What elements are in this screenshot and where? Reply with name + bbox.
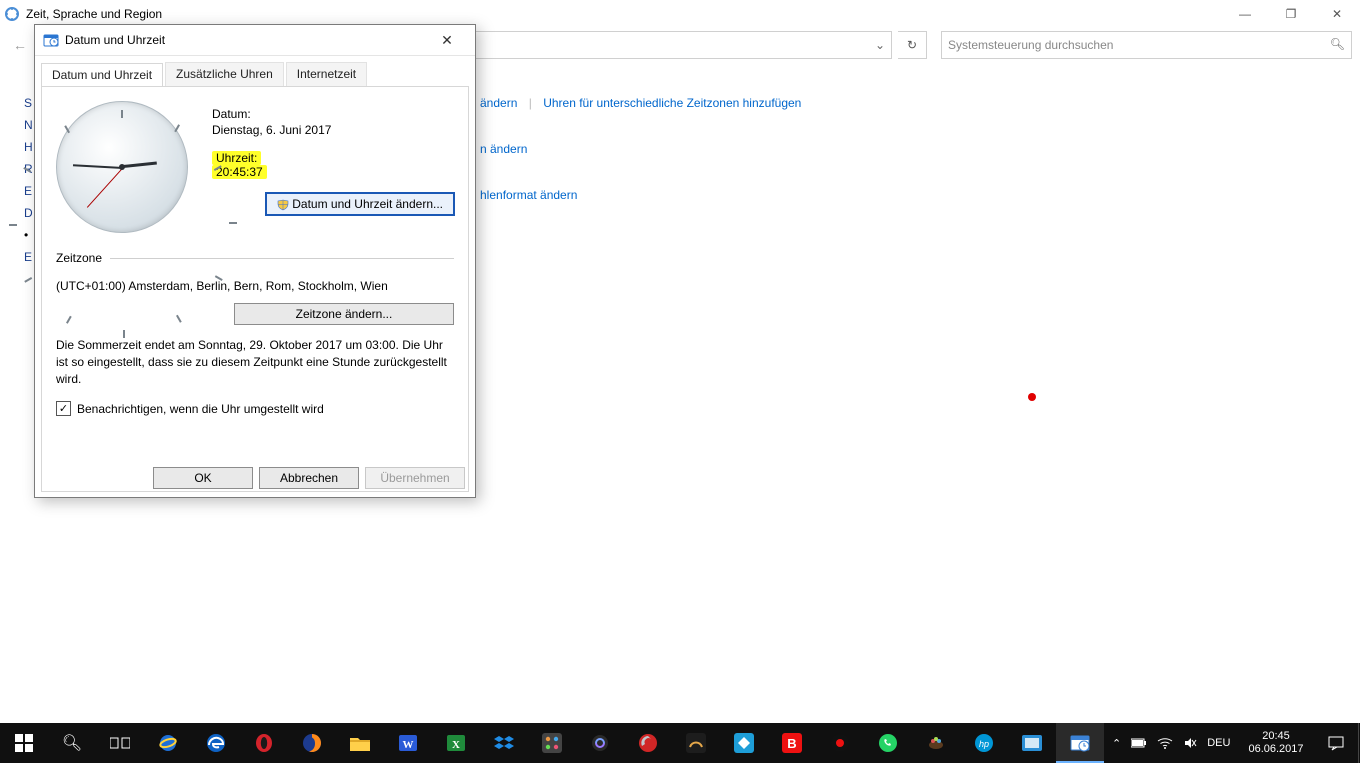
taskbar-app-generic-1[interactable] (528, 723, 576, 763)
taskbar-app-dropbox[interactable] (480, 723, 528, 763)
dialog-tabs: Datum und Uhrzeit Zusätzliche Uhren Inte… (35, 56, 475, 86)
taskbar-time: 20:45 (1248, 730, 1303, 743)
bg-link-partial-3[interactable]: hlenformat ändern (480, 188, 577, 202)
search-icon: 🔍︎ (1330, 37, 1345, 51)
clock-pin (119, 164, 125, 170)
control-panel-icon (4, 6, 20, 22)
search-box[interactable]: Systemsteuerung durchsuchen 🔍︎ (941, 31, 1352, 59)
tray-volume-icon[interactable] (1183, 736, 1197, 750)
hour-hand (123, 161, 157, 168)
taskbar-app-generic-7[interactable] (1008, 723, 1056, 763)
separator: | (529, 96, 532, 110)
taskbar: 🔍︎ W X B hp ⌃ DEU 20:45 (0, 723, 1360, 763)
tray-wifi-icon[interactable] (1157, 737, 1173, 749)
svg-text:X: X (452, 739, 460, 751)
taskbar-app-generic-6[interactable] (912, 723, 960, 763)
tab-internet-time[interactable]: Internetzeit (286, 62, 367, 86)
tray-chevron-icon[interactable]: ⌃ (1112, 737, 1121, 750)
tray-language[interactable]: DEU (1207, 737, 1230, 749)
change-timezone-button[interactable]: Zeitzone ändern... (234, 303, 454, 325)
back-button[interactable]: ← (8, 33, 32, 57)
taskbar-app-generic-3[interactable] (672, 723, 720, 763)
start-button[interactable] (0, 723, 48, 763)
minimize-button[interactable]: — (1222, 0, 1268, 28)
tab-panel-date-time: Datum: Dienstag, 6. Juni 2017 Uhrzeit: 2… (41, 86, 469, 492)
tab-date-time[interactable]: Datum und Uhrzeit (41, 63, 163, 87)
action-center-button[interactable] (1314, 723, 1358, 763)
taskbar-app-ccleaner[interactable] (624, 723, 672, 763)
bg-link-add-clocks[interactable]: Uhren für unterschiedliche Zeitzonen hin… (543, 96, 801, 110)
cancel-button[interactable]: Abbrechen (259, 467, 359, 489)
date-value: Dienstag, 6. Juni 2017 (212, 123, 454, 137)
svg-text:B: B (787, 736, 796, 751)
taskbar-app-explorer[interactable] (336, 723, 384, 763)
red-marker-dot (1028, 393, 1036, 401)
time-label: Uhrzeit: (212, 151, 261, 165)
date-label: Datum: (212, 107, 454, 121)
change-date-time-button[interactable]: Datum und Uhrzeit ändern... (266, 193, 454, 215)
taskbar-app-bitdefender[interactable]: B (768, 723, 816, 763)
second-hand (87, 167, 124, 208)
date-time-dialog: Datum und Uhrzeit ✕ Datum und Uhrzeit Zu… (34, 24, 476, 498)
notify-checkbox-row[interactable]: ✓ Benachrichtigen, wenn die Uhr umgestel… (56, 401, 454, 416)
taskbar-date: 06.06.2017 (1248, 743, 1303, 756)
taskbar-app-firefox[interactable] (288, 723, 336, 763)
minute-hand (73, 164, 123, 169)
change-date-time-label: Datum und Uhrzeit ändern... (292, 197, 443, 211)
dialog-titlebar[interactable]: Datum und Uhrzeit ✕ (35, 25, 475, 56)
notify-checkbox[interactable]: ✓ (56, 401, 71, 416)
tray-power-icon[interactable] (1131, 738, 1147, 748)
tab-additional-clocks[interactable]: Zusätzliche Uhren (165, 62, 284, 86)
taskbar-app-generic-5[interactable] (816, 723, 864, 763)
address-dropdown-icon[interactable]: ⌄ (875, 38, 885, 52)
bg-link-change[interactable]: ändern (480, 96, 517, 110)
background-links: ändern | Uhren für unterschiedliche Zeit… (480, 96, 801, 202)
dst-info-text: Die Sommerzeit endet am Sonntag, 29. Okt… (56, 337, 454, 387)
dialog-button-row: OK Abbrechen Übernehmen (153, 467, 465, 489)
search-placeholder: Systemsteuerung durchsuchen (948, 38, 1113, 52)
window-controls: — ❐ ✕ (1222, 0, 1360, 28)
taskbar-app-generic-4[interactable] (720, 723, 768, 763)
maximize-button[interactable]: ❐ (1268, 0, 1314, 28)
parent-window-title: Zeit, Sprache und Region (26, 7, 162, 21)
task-view-button[interactable] (96, 723, 144, 763)
taskbar-app-edge[interactable] (192, 723, 240, 763)
divider (110, 258, 454, 259)
date-time-icon (43, 32, 59, 48)
taskbar-app-generic-2[interactable] (576, 723, 624, 763)
taskbar-search[interactable]: 🔍︎ (48, 723, 96, 763)
notify-label: Benachrichtigen, wenn die Uhr umgestellt… (77, 402, 324, 416)
taskbar-clock[interactable]: 20:45 06.06.2017 (1238, 730, 1313, 756)
svg-text:W: W (403, 739, 414, 751)
taskbar-app-opera[interactable] (240, 723, 288, 763)
svg-text:hp: hp (979, 739, 989, 749)
close-button[interactable]: ✕ (1314, 0, 1360, 28)
apply-button: Übernehmen (365, 467, 465, 489)
refresh-button[interactable]: ↻ (898, 31, 927, 59)
dialog-close-button[interactable]: ✕ (427, 28, 467, 52)
system-tray[interactable]: ⌃ DEU (1104, 736, 1238, 750)
analog-clock (56, 101, 188, 233)
dialog-title: Datum und Uhrzeit (65, 33, 165, 47)
taskbar-app-word[interactable]: W (384, 723, 432, 763)
taskbar-app-ie[interactable] (144, 723, 192, 763)
taskbar-app-hp[interactable]: hp (960, 723, 1008, 763)
taskbar-app-date-time-active[interactable] (1056, 723, 1104, 763)
timezone-heading: Zeitzone (56, 251, 102, 265)
ok-button[interactable]: OK (153, 467, 253, 489)
taskbar-app-whatsapp[interactable] (864, 723, 912, 763)
shield-icon (277, 199, 289, 211)
taskbar-app-excel[interactable]: X (432, 723, 480, 763)
bg-link-partial-2[interactable]: n ändern (480, 142, 527, 156)
timezone-value: (UTC+01:00) Amsterdam, Berlin, Bern, Rom… (56, 279, 454, 293)
